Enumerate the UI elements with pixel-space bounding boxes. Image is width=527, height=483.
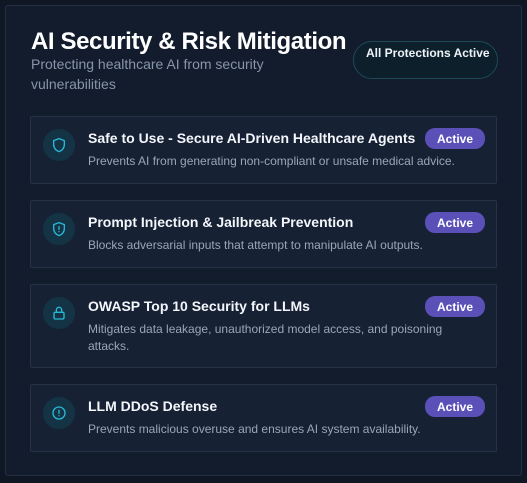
protection-description: Blocks adversarial inputs that attempt t…: [88, 238, 423, 252]
status-badge: Active: [425, 296, 485, 317]
protection-description: Prevents malicious overuse and ensures A…: [88, 422, 421, 436]
protection-card-owasp-top-10[interactable]: OWASP Top 10 Security for LLMs Mitigates…: [30, 284, 497, 368]
protection-card-prompt-injection[interactable]: Prompt Injection & Jailbreak Prevention …: [30, 200, 497, 268]
page-subtitle: Protecting healthcare AI from security v…: [31, 56, 264, 92]
protection-title: LLM DDoS Defense: [88, 398, 218, 414]
protection-description: Prevents AI from generating non-complian…: [88, 154, 455, 168]
status-badge: Active: [425, 396, 485, 417]
protection-card-safe-to-use[interactable]: Safe to Use - Secure AI-Driven Healthcar…: [30, 116, 497, 184]
protection-title: Safe to Use - Secure AI-Driven Healthcar…: [88, 130, 416, 146]
shield-icon: [43, 129, 75, 161]
security-panel: AI Security & Risk Mitigation Protecting…: [5, 5, 522, 476]
shield-alert-icon: [43, 213, 75, 245]
protection-description: Mitigates data leakage, unauthorized mod…: [88, 322, 443, 353]
status-badge: Active: [425, 128, 485, 149]
protection-card-ddos-defense[interactable]: LLM DDoS Defense Prevents malicious over…: [30, 384, 497, 452]
alert-circle-icon: [43, 397, 75, 429]
page-title: AI Security & Risk Mitigation: [31, 28, 347, 55]
protection-title: OWASP Top 10 Security for LLMs: [88, 298, 310, 314]
lock-icon: [43, 297, 75, 329]
all-protections-status-badge: All Protections Active: [353, 41, 498, 79]
protection-title: Prompt Injection & Jailbreak Prevention: [88, 214, 354, 230]
status-badge: Active: [425, 212, 485, 233]
